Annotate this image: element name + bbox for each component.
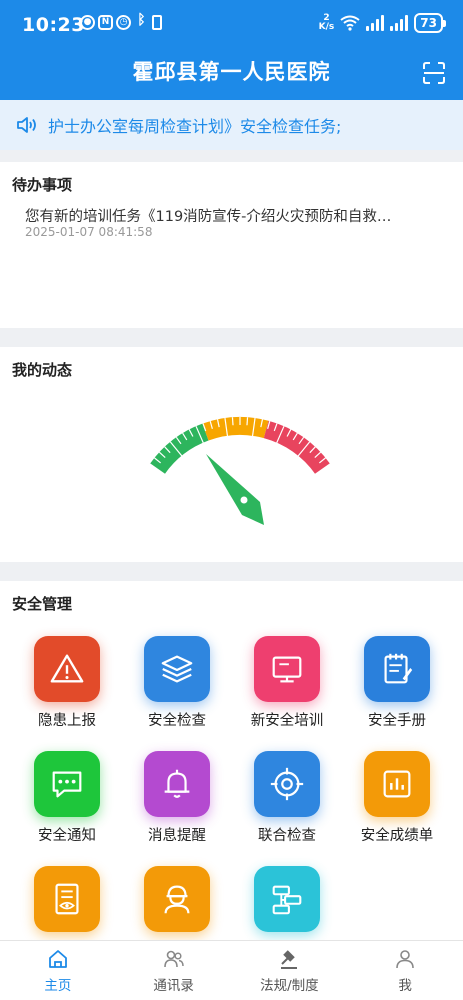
joint-inspection-button[interactable]: 联合检查 [232,751,342,845]
notice-text: 护士办公室每周检查计划》安全检查任务; [48,117,342,136]
grid-label: 联合检查 [258,828,316,844]
new-safety-training-button[interactable]: 新安全培训 [232,636,342,730]
gavel-icon [281,950,298,969]
speed-unit: K/s [318,22,335,32]
tile-bg [364,751,430,817]
grid-label: 安全手册 [368,713,426,729]
alarm-icon: ◷ [116,15,131,30]
warning-icon [50,654,84,683]
grid-label: 新安全培训 [250,713,324,729]
tile-bg [34,866,100,932]
home-icon [48,950,67,968]
gauge-needle [206,454,264,525]
safety-check-button[interactable]: 安全检查 [122,636,232,730]
document-review-button[interactable] [12,866,122,939]
gauge-band [263,420,331,475]
signal-1-icon [366,15,385,31]
bell-icon [164,769,190,798]
tile-bg [144,751,210,817]
tab-home[interactable]: 主页 [0,941,116,1000]
tile-bg [364,636,430,702]
safety-title: 安全管理 [12,595,73,613]
chart-icon [383,770,411,798]
gauge-tick [246,417,249,426]
tab-label: 主页 [44,978,72,994]
status-bar: 10:23 ● N ◷ ᛒ 2 K/s 73 [0,0,463,48]
notebook-icon [384,653,413,684]
safety-manual-button[interactable]: 安全手册 [342,636,452,730]
grid-label: 安全检查 [148,713,206,729]
tab-contacts[interactable]: 通讯录 [116,941,232,1000]
layers-icon [161,655,193,683]
safety-notice-button[interactable]: 安全通知 [12,751,122,845]
flowchart-icon [272,885,302,915]
tile-bg [144,866,210,932]
worker-icon [164,885,190,914]
grid-label: 安全成绩单 [360,828,434,844]
gauge-needle-hub [240,496,248,504]
signal-2-icon [390,15,409,31]
tab-label: 通讯录 [153,978,194,994]
dynamics-title: 我的动态 [12,361,73,379]
todo-item-time: 2025-01-07 08:41:58 [25,225,153,239]
notification-icons: ● N ◷ ᛒ [80,12,162,30]
wifi-icon [340,15,360,31]
vibrate-icon [152,15,162,30]
grid-label: 消息提醒 [148,828,206,844]
safety-card: 安全管理 隐患上报 安全检查 新安全培训 安全手册 安全通知 消息提醒 联合检查… [0,581,463,941]
app-notification-icon: ● [80,15,95,30]
notice-bar[interactable]: 护士办公室每周检查计划》安全检查任务; [0,100,463,150]
monitor-icon [272,656,302,683]
chat-icon [52,771,82,798]
network-speed: 2 K/s [319,14,335,32]
scan-icon[interactable] [423,62,445,84]
speaker-icon [17,117,36,133]
todo-card: 待办事项 您有新的培训任务《119消防宣传-介绍火灾预防和自救… 2025-01… [0,162,463,328]
safety-scorecard-button[interactable]: 安全成绩单 [342,751,452,845]
status-time: 10:23 [22,14,85,36]
grid-label: 隐患上报 [38,713,96,729]
gauge-chart [149,417,331,525]
gauge-band [149,423,209,475]
tab-label: 法规/制度 [260,978,319,994]
tile-bg [34,636,100,702]
tab-me[interactable]: 我 [347,941,463,1000]
gauge-tick [231,417,234,426]
message-reminder-button[interactable]: 消息提醒 [122,751,232,845]
battery-icon: 73 [414,13,446,33]
hazard-report-button[interactable]: 隐患上报 [12,636,122,730]
tile-bg [254,751,320,817]
tab-label: 我 [398,978,412,994]
process-button[interactable] [232,866,342,939]
n-notification-icon: N [98,15,113,30]
tab-regulations[interactable]: 法规/制度 [232,941,348,1000]
worker-button[interactable] [122,866,232,939]
todo-item-text: 您有新的培训任务《119消防宣传-介绍火灾预防和自救… [25,209,392,225]
page-title: 霍邱县第一人民医院 [132,60,331,84]
person-icon [396,950,414,969]
app-header: 10:23 ● N ◷ ᛒ 2 K/s 73 霍邱县第一人民医院 [0,0,463,100]
tile-bg [34,751,100,817]
tile-bg [254,636,320,702]
bottom-tab-bar: 主页 通讯录 法规/制度 我 [0,940,463,1000]
tile-bg [144,636,210,702]
target-icon [270,767,304,801]
grid-label: 安全通知 [38,828,96,844]
tile-bg [254,866,320,932]
dynamics-card: 我的动态 [0,347,463,562]
todo-title: 待办事项 [12,176,73,194]
status-right: 2 K/s 73 [319,13,446,33]
contacts-icon [163,950,184,968]
bluetooth-icon: ᛒ [137,12,146,28]
document-eye-icon [55,883,79,915]
